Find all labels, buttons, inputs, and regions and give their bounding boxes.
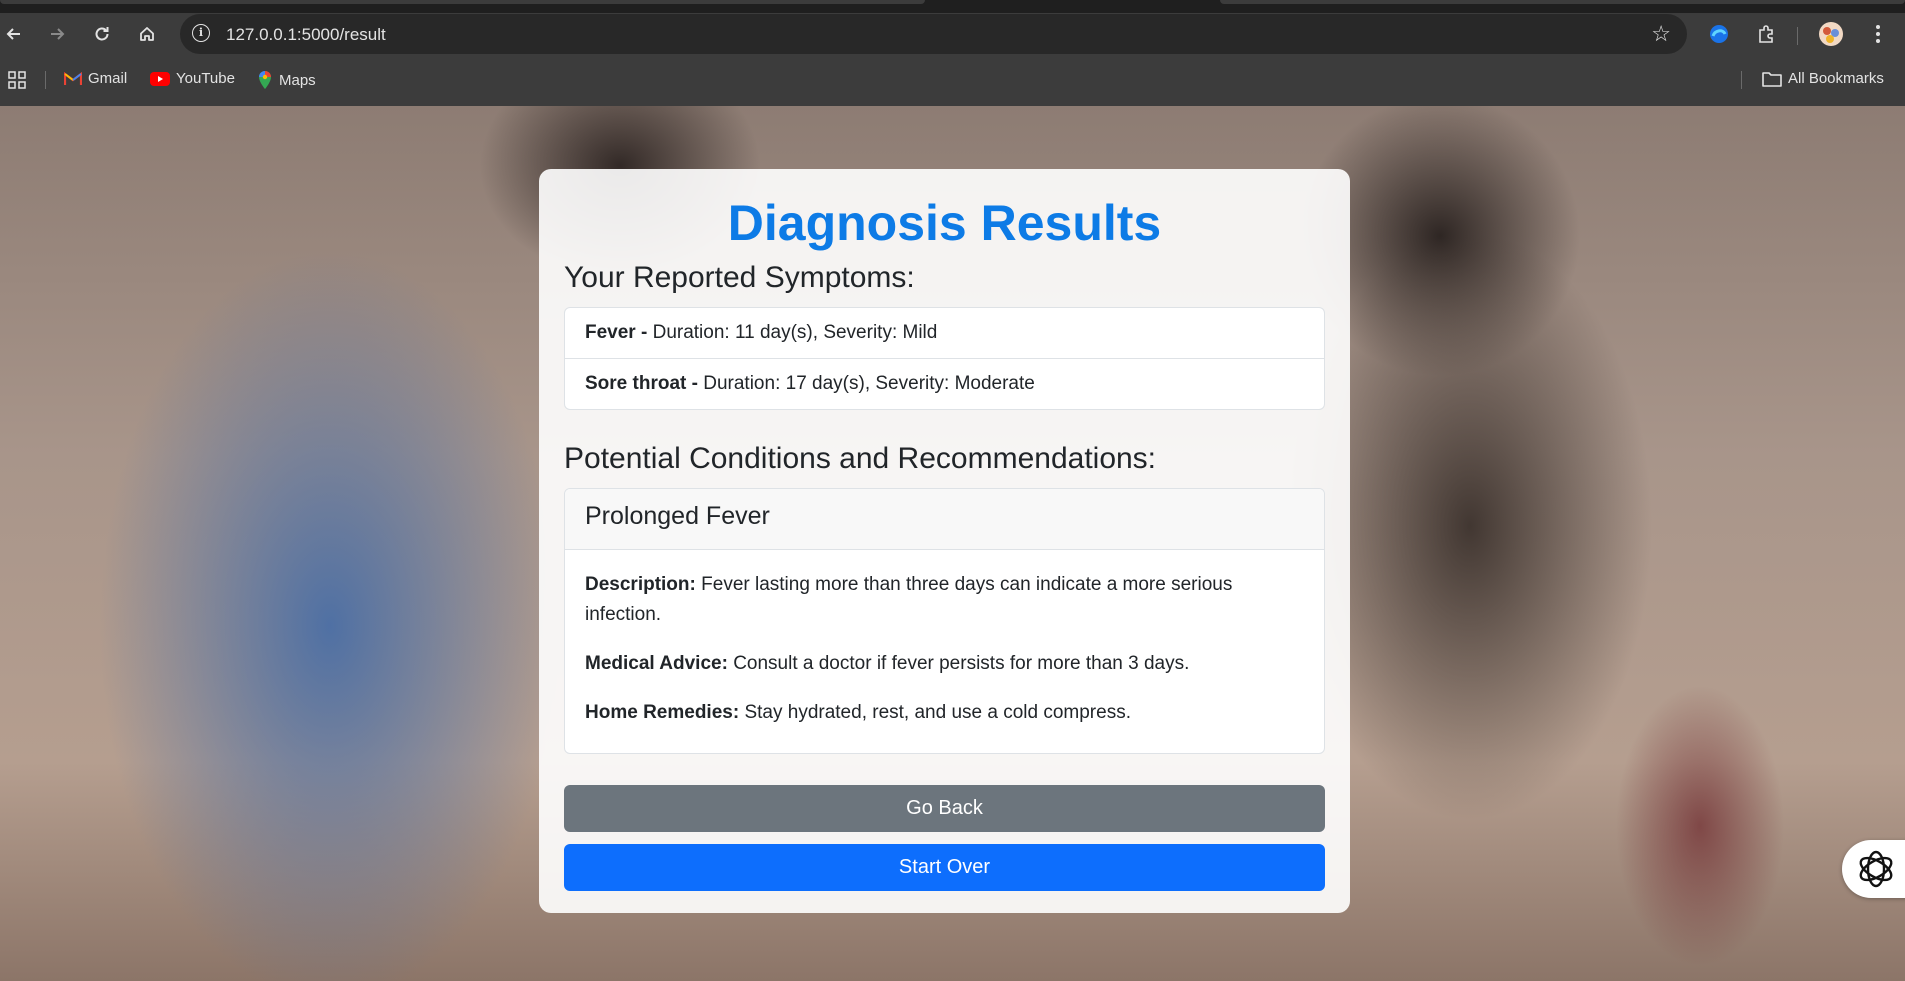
condition-advice: Medical Advice: Consult a doctor if feve… xyxy=(585,649,1304,679)
page-title: Diagnosis Results xyxy=(727,195,1162,251)
start-over-button[interactable]: Start Over xyxy=(564,844,1325,891)
remedies-label: Home Remedies: xyxy=(585,702,740,723)
folder-icon xyxy=(1762,71,1782,87)
bookmarks-divider xyxy=(1741,71,1742,89)
extensions-button[interactable] xyxy=(1753,21,1779,47)
toolbar-divider xyxy=(1797,27,1798,45)
go-back-button[interactable]: Go Back xyxy=(564,785,1325,832)
advice-label: Medical Advice: xyxy=(585,653,728,674)
symptom-separator: - xyxy=(635,322,653,343)
list-item: Fever - Duration: 11 day(s), Severity: M… xyxy=(565,308,1324,358)
maps-icon xyxy=(259,71,271,89)
remedies-text: Stay hydrated, rest, and use a cold comp… xyxy=(744,702,1131,723)
kebab-menu-icon xyxy=(1876,25,1880,43)
symptoms-list: Fever - Duration: 11 day(s), Severity: M… xyxy=(564,307,1325,410)
symptom-details: Duration: 11 day(s), Severity: Mild xyxy=(652,322,938,343)
address-bar[interactable]: i 127.0.0.1:5000/result ☆ xyxy=(180,14,1687,54)
symptom-details: Duration: 17 day(s), Severity: Moderate xyxy=(703,373,1035,394)
avatar-icon xyxy=(1819,22,1843,46)
bookmarks-divider xyxy=(45,71,46,89)
back-button[interactable] xyxy=(0,20,28,48)
symptom-name: Sore throat xyxy=(585,373,687,394)
condition-description: Description: Fever lasting more than thr… xyxy=(585,570,1304,630)
all-bookmarks-button[interactable]: All Bookmarks xyxy=(1762,70,1884,87)
home-button[interactable] xyxy=(133,20,161,48)
advice-text: Consult a doctor if fever persists for m… xyxy=(733,653,1190,674)
extension-icon[interactable] xyxy=(1706,21,1732,47)
reload-button[interactable] xyxy=(88,20,116,48)
bookmark-label: Gmail xyxy=(88,70,128,87)
tab-strip xyxy=(0,0,1905,13)
bookmark-star-icon[interactable]: ☆ xyxy=(1651,21,1671,47)
inactive-tab-edge[interactable] xyxy=(1220,0,1905,4)
condition-body: Description: Fever lasting more than thr… xyxy=(565,550,1324,753)
list-item: Sore throat - Duration: 17 day(s), Sever… xyxy=(565,358,1324,409)
site-info-icon[interactable]: i xyxy=(192,24,210,42)
results-card: Diagnosis Results Your Reported Symptoms… xyxy=(539,169,1350,913)
forward-button[interactable] xyxy=(43,20,71,48)
bookmark-gmail[interactable]: Gmail xyxy=(64,70,127,87)
bookmark-maps[interactable]: Maps xyxy=(257,70,316,90)
page-background: Diagnosis Results Your Reported Symptoms… xyxy=(0,106,1905,981)
chat-assistant-button[interactable] xyxy=(1842,840,1905,898)
condition-card: Prolonged Fever Description: Fever lasti… xyxy=(564,488,1325,754)
bookmark-label: Maps xyxy=(279,71,316,89)
symptoms-heading: Your Reported Symptoms: xyxy=(564,261,915,294)
browser-toolbar: i 127.0.0.1:5000/result ☆ xyxy=(0,13,1905,55)
bookmarks-bar: Gmail YouTube Maps All Bookmarks xyxy=(0,55,1905,106)
bookmark-label: YouTube xyxy=(176,70,235,87)
condition-name: Prolonged Fever xyxy=(565,489,1324,550)
symptom-separator: - xyxy=(686,373,704,394)
symptom-name: Fever xyxy=(585,322,636,343)
condition-remedies: Home Remedies: Stay hydrated, rest, and … xyxy=(585,698,1304,728)
edge-swirl-icon xyxy=(1710,25,1728,43)
home-icon xyxy=(140,27,154,41)
openai-knot-icon xyxy=(1859,850,1893,888)
puzzle-icon xyxy=(1759,25,1773,43)
apps-grid-icon xyxy=(8,71,26,89)
url-text[interactable]: 127.0.0.1:5000/result xyxy=(226,25,386,45)
description-label: Description: xyxy=(585,574,696,595)
gmail-icon xyxy=(64,71,82,85)
bookmark-youtube[interactable]: YouTube xyxy=(150,70,235,87)
forward-arrow-icon xyxy=(51,28,65,40)
all-bookmarks-label: All Bookmarks xyxy=(1788,70,1884,87)
active-tab-edge[interactable] xyxy=(0,0,925,4)
conditions-heading: Potential Conditions and Recommendations… xyxy=(564,442,1157,475)
reload-icon xyxy=(95,27,109,41)
back-arrow-icon xyxy=(6,28,20,40)
profile-avatar[interactable] xyxy=(1818,21,1844,47)
browser-menu-button[interactable] xyxy=(1865,21,1891,47)
youtube-icon xyxy=(150,71,170,86)
apps-button[interactable] xyxy=(8,71,26,89)
